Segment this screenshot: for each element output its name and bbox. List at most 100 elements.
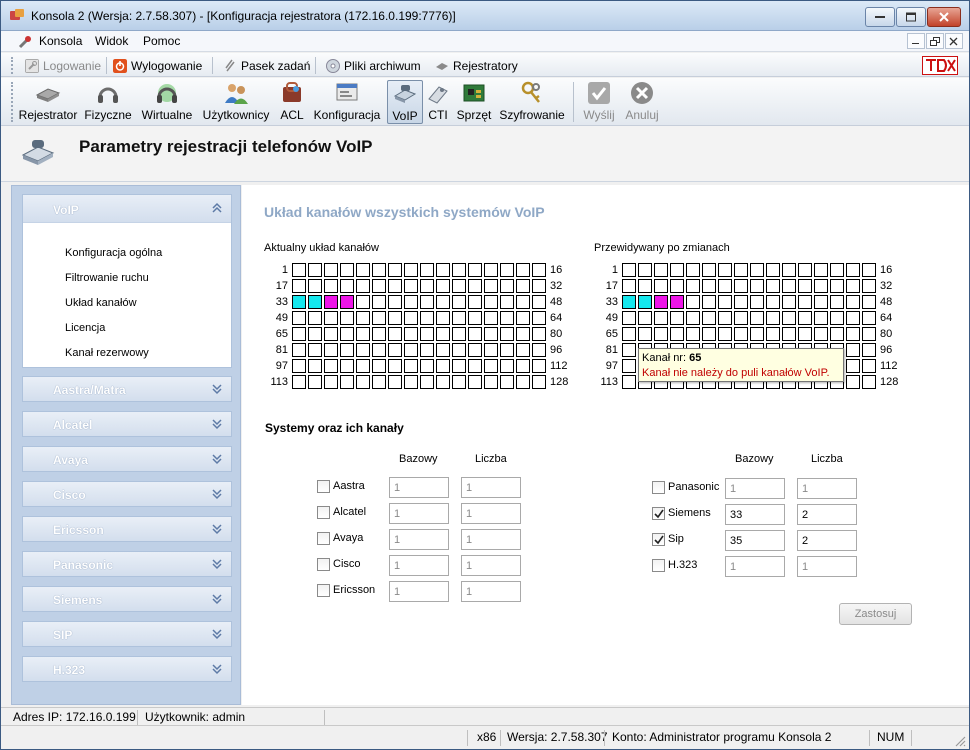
channel-cell[interactable] <box>388 279 402 293</box>
channel-cell[interactable] <box>452 295 466 309</box>
channel-cell[interactable] <box>798 327 812 341</box>
channel-cell[interactable] <box>404 263 418 277</box>
channel-cell[interactable] <box>862 359 876 373</box>
archive-files-button[interactable]: Pliki archiwum <box>326 57 421 74</box>
sidebar-section-0[interactable]: Aastra/Matra <box>22 376 232 402</box>
mdi-minimize-button[interactable] <box>907 33 925 49</box>
channel-cell[interactable] <box>734 295 748 309</box>
channel-cell[interactable] <box>532 263 546 277</box>
sidebar-section-4[interactable]: Ericsson <box>22 516 232 542</box>
channel-cell[interactable] <box>532 279 546 293</box>
channel-cell[interactable] <box>404 279 418 293</box>
channel-cell[interactable] <box>782 279 796 293</box>
channel-cell[interactable] <box>468 327 482 341</box>
channel-cell[interactable] <box>420 375 434 389</box>
system-count-input[interactable] <box>461 503 521 524</box>
channel-cell[interactable] <box>404 311 418 325</box>
system-count-input[interactable] <box>797 530 857 551</box>
channel-cell[interactable] <box>622 327 636 341</box>
channel-cell[interactable] <box>452 311 466 325</box>
channel-cell[interactable] <box>292 327 306 341</box>
channel-cell[interactable] <box>638 295 652 309</box>
system-checkbox[interactable] <box>317 532 330 545</box>
sidebar-item-license[interactable]: Licencja <box>65 322 105 334</box>
channel-cell[interactable] <box>468 295 482 309</box>
channel-cell[interactable] <box>484 343 498 357</box>
channel-cell[interactable] <box>308 295 322 309</box>
sidebar-section-6[interactable]: Siemens <box>22 586 232 612</box>
channel-cell[interactable] <box>324 327 338 341</box>
channel-cell[interactable] <box>686 311 700 325</box>
channel-cell[interactable] <box>830 263 844 277</box>
channel-cell[interactable] <box>750 263 764 277</box>
channel-cell[interactable] <box>388 343 402 357</box>
channel-cell[interactable] <box>782 311 796 325</box>
channel-cell[interactable] <box>404 343 418 357</box>
channel-cell[interactable] <box>420 327 434 341</box>
channel-cell[interactable] <box>324 343 338 357</box>
toolbar-send-button[interactable]: Wyślij <box>579 80 619 124</box>
channel-cell[interactable] <box>830 279 844 293</box>
channel-cell[interactable] <box>468 311 482 325</box>
toolbar-recorder-button[interactable]: Rejestrator <box>17 80 79 124</box>
system-checkbox[interactable] <box>317 584 330 597</box>
channel-cell[interactable] <box>356 263 370 277</box>
system-checkbox[interactable] <box>652 507 665 520</box>
channel-cell[interactable] <box>734 327 748 341</box>
channel-cell[interactable] <box>356 311 370 325</box>
channel-cell[interactable] <box>622 343 636 357</box>
channel-cell[interactable] <box>500 295 514 309</box>
channel-cell[interactable] <box>404 327 418 341</box>
channel-cell[interactable] <box>846 327 860 341</box>
channel-cell[interactable] <box>766 311 780 325</box>
channel-cell[interactable] <box>814 263 828 277</box>
channel-cell[interactable] <box>532 327 546 341</box>
channel-cell[interactable] <box>484 375 498 389</box>
sidebar-section-7[interactable]: SIP <box>22 621 232 647</box>
channel-cell[interactable] <box>516 359 530 373</box>
channel-cell[interactable] <box>356 279 370 293</box>
channel-cell[interactable] <box>420 263 434 277</box>
channel-cell[interactable] <box>468 263 482 277</box>
toolbar-cancel-button[interactable]: Anuluj <box>621 80 663 124</box>
channel-cell[interactable] <box>516 327 530 341</box>
channel-cell[interactable] <box>484 359 498 373</box>
channel-cell[interactable] <box>766 279 780 293</box>
sidebar-section-voip-header[interactable]: VoIP <box>23 195 231 223</box>
sidebar-section-2[interactable]: Avaya <box>22 446 232 472</box>
channel-cell[interactable] <box>324 295 338 309</box>
system-base-input[interactable] <box>389 477 449 498</box>
channel-cell[interactable] <box>622 263 636 277</box>
channel-cell[interactable] <box>388 295 402 309</box>
channel-cell[interactable] <box>766 327 780 341</box>
channel-cell[interactable] <box>372 375 386 389</box>
channel-cell[interactable] <box>308 263 322 277</box>
channel-cell[interactable] <box>814 279 828 293</box>
channel-cell[interactable] <box>356 359 370 373</box>
channel-cell[interactable] <box>468 375 482 389</box>
channel-cell[interactable] <box>862 279 876 293</box>
channel-cell[interactable] <box>702 263 716 277</box>
system-count-input[interactable] <box>461 581 521 602</box>
sidebar-item-reserve-channel[interactable]: Kanał rezerwowy <box>65 347 149 359</box>
maximize-button[interactable] <box>896 7 926 27</box>
channel-cell[interactable] <box>532 359 546 373</box>
channel-cell[interactable] <box>436 279 450 293</box>
channel-cell[interactable] <box>356 343 370 357</box>
toolbar-users-button[interactable]: Użytkownicy <box>200 80 272 124</box>
channel-cell[interactable] <box>532 343 546 357</box>
channel-cell[interactable] <box>718 327 732 341</box>
channel-cell[interactable] <box>814 311 828 325</box>
toolbar-hardware-button[interactable]: Sprzęt <box>455 80 493 124</box>
channel-cell[interactable] <box>686 263 700 277</box>
channel-cell[interactable] <box>308 375 322 389</box>
channel-cell[interactable] <box>686 327 700 341</box>
system-base-input[interactable] <box>725 530 785 551</box>
channel-cell[interactable] <box>532 375 546 389</box>
channel-cell[interactable] <box>830 311 844 325</box>
sidebar-item-channel-layout[interactable]: Układ kanałów <box>65 297 137 309</box>
system-base-input[interactable] <box>725 478 785 499</box>
channel-cell[interactable] <box>372 295 386 309</box>
channel-cell[interactable] <box>436 327 450 341</box>
toolbar-voip-button[interactable]: VoIP <box>387 80 423 124</box>
